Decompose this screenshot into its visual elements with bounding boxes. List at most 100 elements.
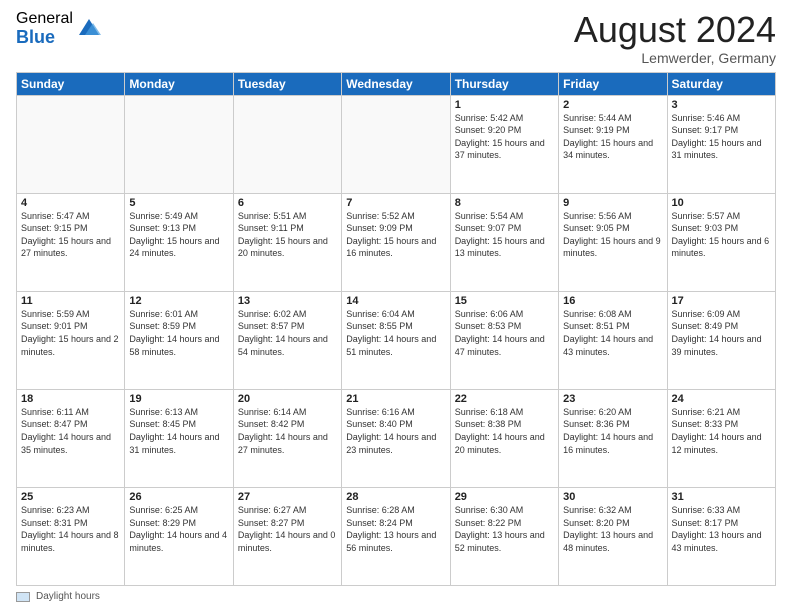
calendar-cell: 14Sunrise: 6:04 AM Sunset: 8:55 PM Dayli… xyxy=(342,291,450,389)
header-thursday: Thursday xyxy=(450,72,558,95)
calendar-cell: 7Sunrise: 5:52 AM Sunset: 9:09 PM Daylig… xyxy=(342,193,450,291)
day-number: 20 xyxy=(238,393,337,405)
day-number: 2 xyxy=(563,99,662,111)
day-number: 18 xyxy=(21,393,120,405)
calendar-cell: 8Sunrise: 5:54 AM Sunset: 9:07 PM Daylig… xyxy=(450,193,558,291)
day-info: Sunrise: 6:01 AM Sunset: 8:59 PM Dayligh… xyxy=(129,308,228,358)
day-info: Sunrise: 6:33 AM Sunset: 8:17 PM Dayligh… xyxy=(672,504,771,554)
header-wednesday: Wednesday xyxy=(342,72,450,95)
calendar-cell: 21Sunrise: 6:16 AM Sunset: 8:40 PM Dayli… xyxy=(342,389,450,487)
day-number: 26 xyxy=(129,491,228,503)
calendar-table: Sunday Monday Tuesday Wednesday Thursday… xyxy=(16,72,776,586)
calendar-cell xyxy=(17,95,125,193)
day-info: Sunrise: 5:54 AM Sunset: 9:07 PM Dayligh… xyxy=(455,210,554,260)
page: General Blue August 2024 Lemwerder, Germ… xyxy=(0,0,792,612)
day-number: 22 xyxy=(455,393,554,405)
day-info: Sunrise: 6:09 AM Sunset: 8:49 PM Dayligh… xyxy=(672,308,771,358)
day-info: Sunrise: 6:27 AM Sunset: 8:27 PM Dayligh… xyxy=(238,504,337,554)
calendar-cell: 11Sunrise: 5:59 AM Sunset: 9:01 PM Dayli… xyxy=(17,291,125,389)
day-info: Sunrise: 5:44 AM Sunset: 9:19 PM Dayligh… xyxy=(563,112,662,162)
day-info: Sunrise: 5:46 AM Sunset: 9:17 PM Dayligh… xyxy=(672,112,771,162)
day-number: 23 xyxy=(563,393,662,405)
day-info: Sunrise: 5:47 AM Sunset: 9:15 PM Dayligh… xyxy=(21,210,120,260)
calendar-cell: 6Sunrise: 5:51 AM Sunset: 9:11 PM Daylig… xyxy=(233,193,341,291)
day-number: 31 xyxy=(672,491,771,503)
day-number: 19 xyxy=(129,393,228,405)
day-number: 21 xyxy=(346,393,445,405)
day-number: 14 xyxy=(346,295,445,307)
calendar-week-3: 18Sunrise: 6:11 AM Sunset: 8:47 PM Dayli… xyxy=(17,389,776,487)
day-number: 28 xyxy=(346,491,445,503)
location-subtitle: Lemwerder, Germany xyxy=(574,50,776,66)
month-year-title: August 2024 xyxy=(574,10,776,50)
day-number: 12 xyxy=(129,295,228,307)
calendar-cell: 5Sunrise: 5:49 AM Sunset: 9:13 PM Daylig… xyxy=(125,193,233,291)
day-info: Sunrise: 6:28 AM Sunset: 8:24 PM Dayligh… xyxy=(346,504,445,554)
calendar-cell: 15Sunrise: 6:06 AM Sunset: 8:53 PM Dayli… xyxy=(450,291,558,389)
day-info: Sunrise: 6:06 AM Sunset: 8:53 PM Dayligh… xyxy=(455,308,554,358)
calendar-cell: 17Sunrise: 6:09 AM Sunset: 8:49 PM Dayli… xyxy=(667,291,775,389)
calendar-cell: 20Sunrise: 6:14 AM Sunset: 8:42 PM Dayli… xyxy=(233,389,341,487)
header-sunday: Sunday xyxy=(17,72,125,95)
day-info: Sunrise: 5:57 AM Sunset: 9:03 PM Dayligh… xyxy=(672,210,771,260)
day-info: Sunrise: 6:11 AM Sunset: 8:47 PM Dayligh… xyxy=(21,406,120,456)
day-number: 27 xyxy=(238,491,337,503)
day-info: Sunrise: 6:30 AM Sunset: 8:22 PM Dayligh… xyxy=(455,504,554,554)
day-info: Sunrise: 6:21 AM Sunset: 8:33 PM Dayligh… xyxy=(672,406,771,456)
calendar-cell: 22Sunrise: 6:18 AM Sunset: 8:38 PM Dayli… xyxy=(450,389,558,487)
logo-blue: Blue xyxy=(16,28,73,48)
calendar-cell: 19Sunrise: 6:13 AM Sunset: 8:45 PM Dayli… xyxy=(125,389,233,487)
calendar-cell: 16Sunrise: 6:08 AM Sunset: 8:51 PM Dayli… xyxy=(559,291,667,389)
day-number: 8 xyxy=(455,197,554,209)
day-number: 3 xyxy=(672,99,771,111)
day-info: Sunrise: 6:25 AM Sunset: 8:29 PM Dayligh… xyxy=(129,504,228,554)
header-friday: Friday xyxy=(559,72,667,95)
calendar-cell: 28Sunrise: 6:28 AM Sunset: 8:24 PM Dayli… xyxy=(342,487,450,585)
day-info: Sunrise: 6:14 AM Sunset: 8:42 PM Dayligh… xyxy=(238,406,337,456)
day-number: 29 xyxy=(455,491,554,503)
calendar-cell: 12Sunrise: 6:01 AM Sunset: 8:59 PM Dayli… xyxy=(125,291,233,389)
calendar-week-0: 1Sunrise: 5:42 AM Sunset: 9:20 PM Daylig… xyxy=(17,95,776,193)
day-number: 4 xyxy=(21,197,120,209)
day-info: Sunrise: 6:08 AM Sunset: 8:51 PM Dayligh… xyxy=(563,308,662,358)
footer: Daylight hours xyxy=(16,591,776,602)
logo: General Blue xyxy=(16,10,103,47)
logo-icon xyxy=(75,13,103,41)
day-number: 6 xyxy=(238,197,337,209)
daylight-legend-box xyxy=(16,592,30,602)
day-number: 1 xyxy=(455,99,554,111)
calendar-header: Sunday Monday Tuesday Wednesday Thursday… xyxy=(17,72,776,95)
calendar-cell: 23Sunrise: 6:20 AM Sunset: 8:36 PM Dayli… xyxy=(559,389,667,487)
calendar-cell: 18Sunrise: 6:11 AM Sunset: 8:47 PM Dayli… xyxy=(17,389,125,487)
calendar-cell xyxy=(125,95,233,193)
day-info: Sunrise: 6:18 AM Sunset: 8:38 PM Dayligh… xyxy=(455,406,554,456)
day-info: Sunrise: 6:02 AM Sunset: 8:57 PM Dayligh… xyxy=(238,308,337,358)
header: General Blue August 2024 Lemwerder, Germ… xyxy=(16,10,776,66)
calendar-cell: 9Sunrise: 5:56 AM Sunset: 9:05 PM Daylig… xyxy=(559,193,667,291)
calendar-cell xyxy=(233,95,341,193)
day-info: Sunrise: 5:51 AM Sunset: 9:11 PM Dayligh… xyxy=(238,210,337,260)
calendar-week-1: 4Sunrise: 5:47 AM Sunset: 9:15 PM Daylig… xyxy=(17,193,776,291)
day-number: 30 xyxy=(563,491,662,503)
day-info: Sunrise: 6:20 AM Sunset: 8:36 PM Dayligh… xyxy=(563,406,662,456)
day-info: Sunrise: 5:52 AM Sunset: 9:09 PM Dayligh… xyxy=(346,210,445,260)
header-saturday: Saturday xyxy=(667,72,775,95)
title-block: August 2024 Lemwerder, Germany xyxy=(574,10,776,66)
logo-text: General Blue xyxy=(16,10,73,47)
day-number: 10 xyxy=(672,197,771,209)
day-number: 16 xyxy=(563,295,662,307)
calendar-cell: 26Sunrise: 6:25 AM Sunset: 8:29 PM Dayli… xyxy=(125,487,233,585)
calendar-cell: 13Sunrise: 6:02 AM Sunset: 8:57 PM Dayli… xyxy=(233,291,341,389)
day-number: 24 xyxy=(672,393,771,405)
day-info: Sunrise: 5:42 AM Sunset: 9:20 PM Dayligh… xyxy=(455,112,554,162)
day-number: 17 xyxy=(672,295,771,307)
day-info: Sunrise: 6:04 AM Sunset: 8:55 PM Dayligh… xyxy=(346,308,445,358)
day-number: 11 xyxy=(21,295,120,307)
day-number: 5 xyxy=(129,197,228,209)
day-info: Sunrise: 5:49 AM Sunset: 9:13 PM Dayligh… xyxy=(129,210,228,260)
calendar-cell xyxy=(342,95,450,193)
calendar-week-4: 25Sunrise: 6:23 AM Sunset: 8:31 PM Dayli… xyxy=(17,487,776,585)
day-info: Sunrise: 6:16 AM Sunset: 8:40 PM Dayligh… xyxy=(346,406,445,456)
header-monday: Monday xyxy=(125,72,233,95)
day-number: 15 xyxy=(455,295,554,307)
